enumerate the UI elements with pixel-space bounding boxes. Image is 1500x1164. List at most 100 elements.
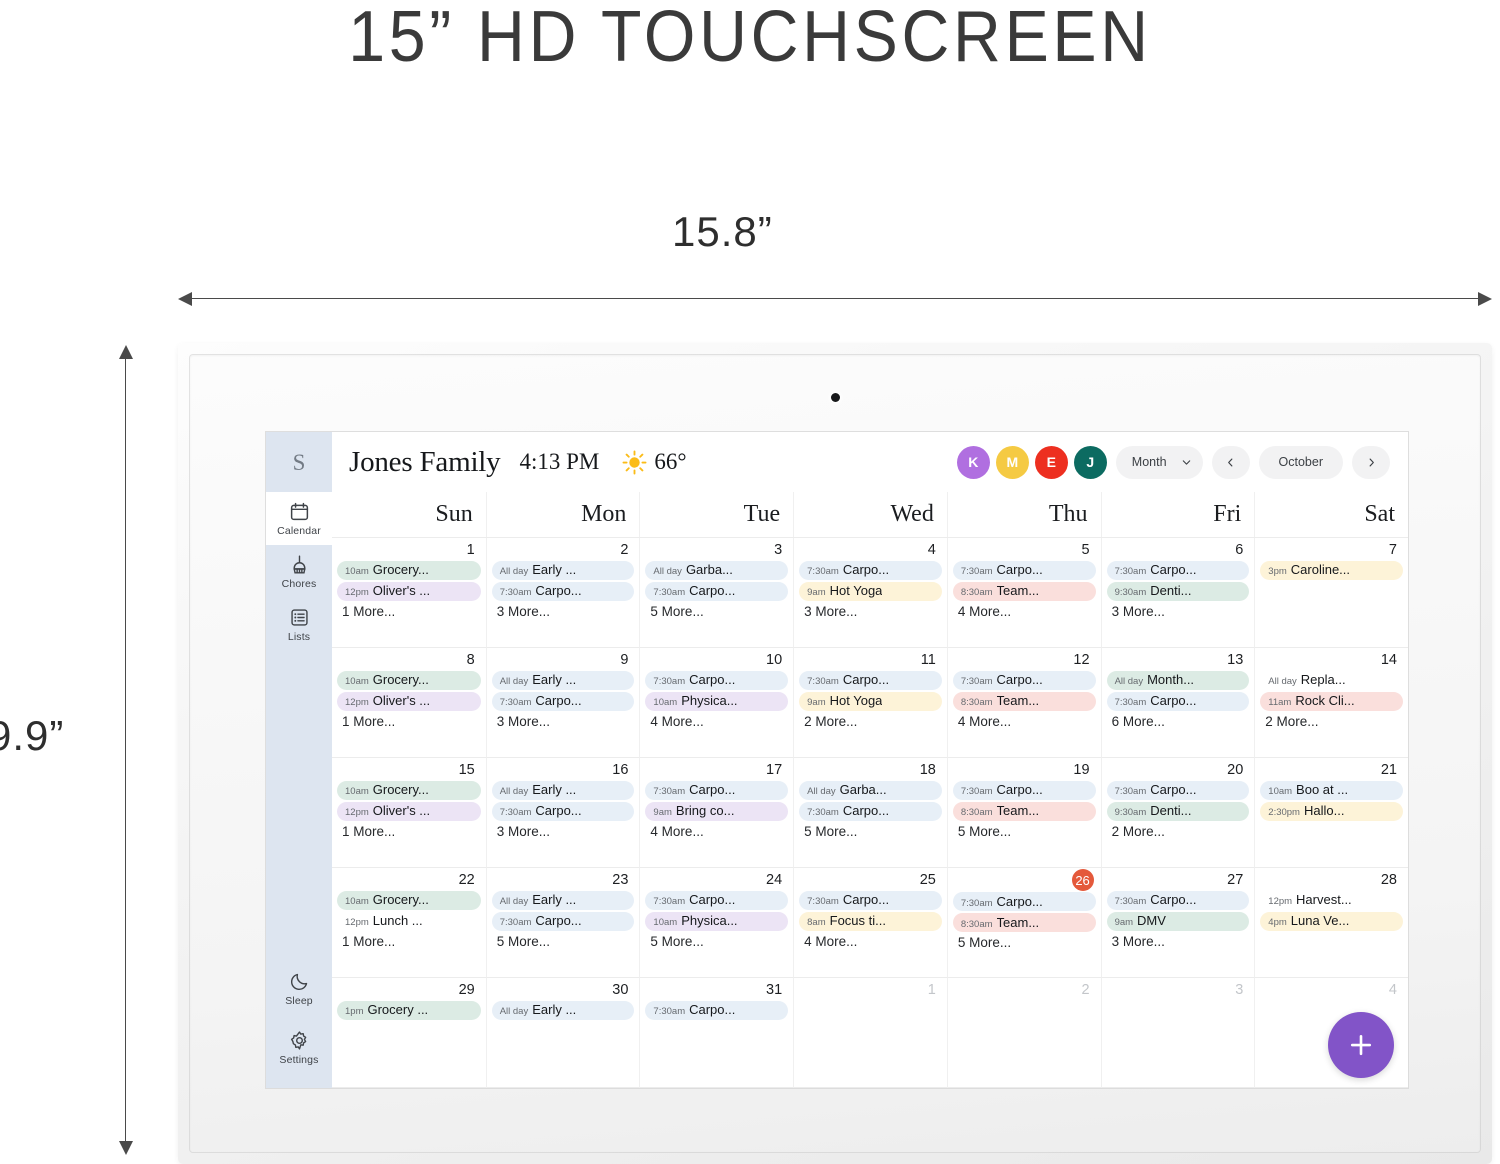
calendar-event[interactable]: All dayRepla...	[1260, 671, 1403, 690]
more-events-link[interactable]: 2 More...	[1107, 823, 1250, 839]
day-cell[interactable]: 810amGrocery...12pmOliver's ...1 More...	[332, 648, 486, 758]
more-events-link[interactable]: 2 More...	[1260, 713, 1403, 729]
sidebar-item-settings[interactable]: Settings	[266, 1017, 332, 1076]
calendar-event[interactable]: 7:30amCarpo...	[799, 561, 942, 580]
day-cell[interactable]: 2110amBoo at ...2:30pmHallo...	[1254, 758, 1408, 868]
calendar-event[interactable]: 7:30amCarpo...	[799, 802, 942, 821]
more-events-link[interactable]: 4 More...	[953, 713, 1096, 729]
calendar-event[interactable]: 7:30amCarpo...	[953, 781, 1096, 800]
calendar-event[interactable]: 7:30amCarpo...	[645, 1001, 788, 1020]
current-month-button[interactable]: October	[1259, 446, 1343, 479]
calendar-event[interactable]: 10amGrocery...	[337, 781, 481, 800]
day-cell[interactable]: 197:30amCarpo...8:30amTeam...5 More...	[947, 758, 1101, 868]
more-events-link[interactable]: 4 More...	[799, 933, 942, 949]
more-events-link[interactable]: 1 More...	[337, 603, 481, 619]
calendar-event[interactable]: 12pmHarvest...	[1260, 891, 1403, 910]
day-cell[interactable]: 13All dayMonth...7:30amCarpo...6 More...	[1101, 648, 1255, 758]
day-cell[interactable]: 1	[793, 978, 947, 1088]
sidebar-item-calendar[interactable]: Calendar	[266, 492, 332, 545]
calendar-event[interactable]: 10amGrocery...	[337, 561, 481, 580]
calendar-event[interactable]: 9amBring co...	[645, 802, 788, 821]
more-events-link[interactable]: 3 More...	[799, 603, 942, 619]
more-events-link[interactable]: 5 More...	[492, 933, 635, 949]
day-cell[interactable]: 247:30amCarpo...10amPhysica...5 More...	[639, 868, 793, 978]
calendar-event[interactable]: 7:30amCarpo...	[1107, 561, 1250, 580]
calendar-event[interactable]: 11amRock Cli...	[1260, 692, 1403, 711]
calendar-event[interactable]: 7:30amCarpo...	[492, 912, 635, 931]
calendar-event[interactable]: 2:30pmHallo...	[1260, 802, 1403, 821]
calendar-event[interactable]: 8:30amTeam...	[953, 582, 1096, 601]
more-events-link[interactable]: 6 More...	[1107, 713, 1250, 729]
day-cell[interactable]: 127:30amCarpo...8:30amTeam...4 More...	[947, 648, 1101, 758]
avatar[interactable]: K	[957, 446, 990, 479]
calendar-event[interactable]: All dayEarly ...	[492, 671, 635, 690]
day-cell[interactable]: 3All dayGarba...7:30amCarpo...5 More...	[639, 538, 793, 648]
more-events-link[interactable]: 5 More...	[953, 823, 1096, 839]
calendar-event[interactable]: 12pmOliver's ...	[337, 582, 481, 601]
sidebar-item-sleep[interactable]: Sleep	[266, 958, 332, 1017]
calendar-event[interactable]: 10amPhysica...	[645, 912, 788, 931]
more-events-link[interactable]: 3 More...	[1107, 933, 1250, 949]
calendar-event[interactable]: All dayGarba...	[645, 561, 788, 580]
day-cell[interactable]: 57:30amCarpo...8:30amTeam...4 More...	[947, 538, 1101, 648]
next-month-button[interactable]	[1352, 446, 1390, 479]
calendar-event[interactable]: 8amFocus ti...	[799, 912, 942, 931]
calendar-event[interactable]: 7:30amCarpo...	[1107, 781, 1250, 800]
day-cell[interactable]: 47:30amCarpo...9amHot Yoga3 More...	[793, 538, 947, 648]
calendar-event[interactable]: 8:30amTeam...	[953, 802, 1096, 821]
avatar[interactable]: E	[1035, 446, 1068, 479]
calendar-event[interactable]: 1pmGrocery ...	[337, 1001, 481, 1020]
calendar-event[interactable]: All dayMonth...	[1107, 671, 1250, 690]
more-events-link[interactable]: 3 More...	[492, 713, 635, 729]
day-cell[interactable]: 257:30amCarpo...8amFocus ti...4 More...	[793, 868, 947, 978]
day-cell[interactable]: 18All dayGarba...7:30amCarpo...5 More...	[793, 758, 947, 868]
day-cell[interactable]: 9All dayEarly ...7:30amCarpo...3 More...	[486, 648, 640, 758]
more-events-link[interactable]: 5 More...	[645, 933, 788, 949]
day-cell[interactable]: 110amGrocery...12pmOliver's ...1 More...	[332, 538, 486, 648]
day-cell[interactable]: 3	[1101, 978, 1255, 1088]
calendar-event[interactable]: 7:30amCarpo...	[492, 582, 635, 601]
calendar-event[interactable]: 9amHot Yoga	[799, 692, 942, 711]
day-cell[interactable]: 67:30amCarpo...9:30amDenti...3 More...	[1101, 538, 1255, 648]
day-cell[interactable]: 16All dayEarly ...7:30amCarpo...3 More..…	[486, 758, 640, 868]
calendar-event[interactable]: 7:30amCarpo...	[799, 671, 942, 690]
day-cell[interactable]: 291pmGrocery ...	[332, 978, 486, 1088]
calendar-event[interactable]: 7:30amCarpo...	[953, 561, 1096, 580]
sidebar-item-chores[interactable]: Chores	[266, 545, 332, 598]
day-cell[interactable]: 73pmCaroline...	[1254, 538, 1408, 648]
calendar-event[interactable]: All dayGarba...	[799, 781, 942, 800]
calendar-event[interactable]: 7:30amCarpo...	[1107, 891, 1250, 910]
calendar-event[interactable]: 12pmOliver's ...	[337, 692, 481, 711]
calendar-event[interactable]: 7:30amCarpo...	[645, 781, 788, 800]
calendar-event[interactable]: 10amGrocery...	[337, 671, 481, 690]
calendar-event[interactable]: 12pmLunch ...	[337, 912, 481, 931]
calendar-event[interactable]: 7:30amCarpo...	[953, 892, 1096, 911]
more-events-link[interactable]: 3 More...	[492, 603, 635, 619]
more-events-link[interactable]: 3 More...	[492, 823, 635, 839]
calendar-event[interactable]: 7:30amCarpo...	[492, 802, 635, 821]
calendar-event[interactable]: 9amDMV	[1107, 912, 1250, 931]
day-cell[interactable]: 2	[947, 978, 1101, 1088]
calendar-event[interactable]: 12pmOliver's ...	[337, 802, 481, 821]
day-cell[interactable]: 2All dayEarly ...7:30amCarpo...3 More...	[486, 538, 640, 648]
sidebar-item-lists[interactable]: Lists	[266, 598, 332, 651]
more-events-link[interactable]: 5 More...	[953, 934, 1096, 950]
day-cell[interactable]: 2812pmHarvest...4pmLuna Ve...	[1254, 868, 1408, 978]
calendar-event[interactable]: 7:30amCarpo...	[1107, 692, 1250, 711]
day-cell[interactable]: 177:30amCarpo...9amBring co...4 More...	[639, 758, 793, 868]
day-cell[interactable]: 117:30amCarpo...9amHot Yoga2 More...	[793, 648, 947, 758]
add-event-button[interactable]	[1328, 1012, 1394, 1078]
day-cell[interactable]: 277:30amCarpo...9amDMV3 More...	[1101, 868, 1255, 978]
avatar[interactable]: J	[1074, 446, 1107, 479]
day-cell[interactable]: 30All dayEarly ...	[486, 978, 640, 1088]
more-events-link[interactable]: 5 More...	[799, 823, 942, 839]
calendar-event[interactable]: All dayEarly ...	[492, 1001, 635, 1020]
calendar-event[interactable]: All dayEarly ...	[492, 781, 635, 800]
calendar-event[interactable]: 8:30amTeam...	[953, 692, 1096, 711]
calendar-event[interactable]: 10amBoo at ...	[1260, 781, 1403, 800]
avatar[interactable]: M	[996, 446, 1029, 479]
more-events-link[interactable]: 1 More...	[337, 933, 481, 949]
calendar-event[interactable]: 8:30amTeam...	[953, 913, 1096, 932]
calendar-event[interactable]: 9amHot Yoga	[799, 582, 942, 601]
calendar-event[interactable]: 3pmCaroline...	[1260, 561, 1403, 580]
